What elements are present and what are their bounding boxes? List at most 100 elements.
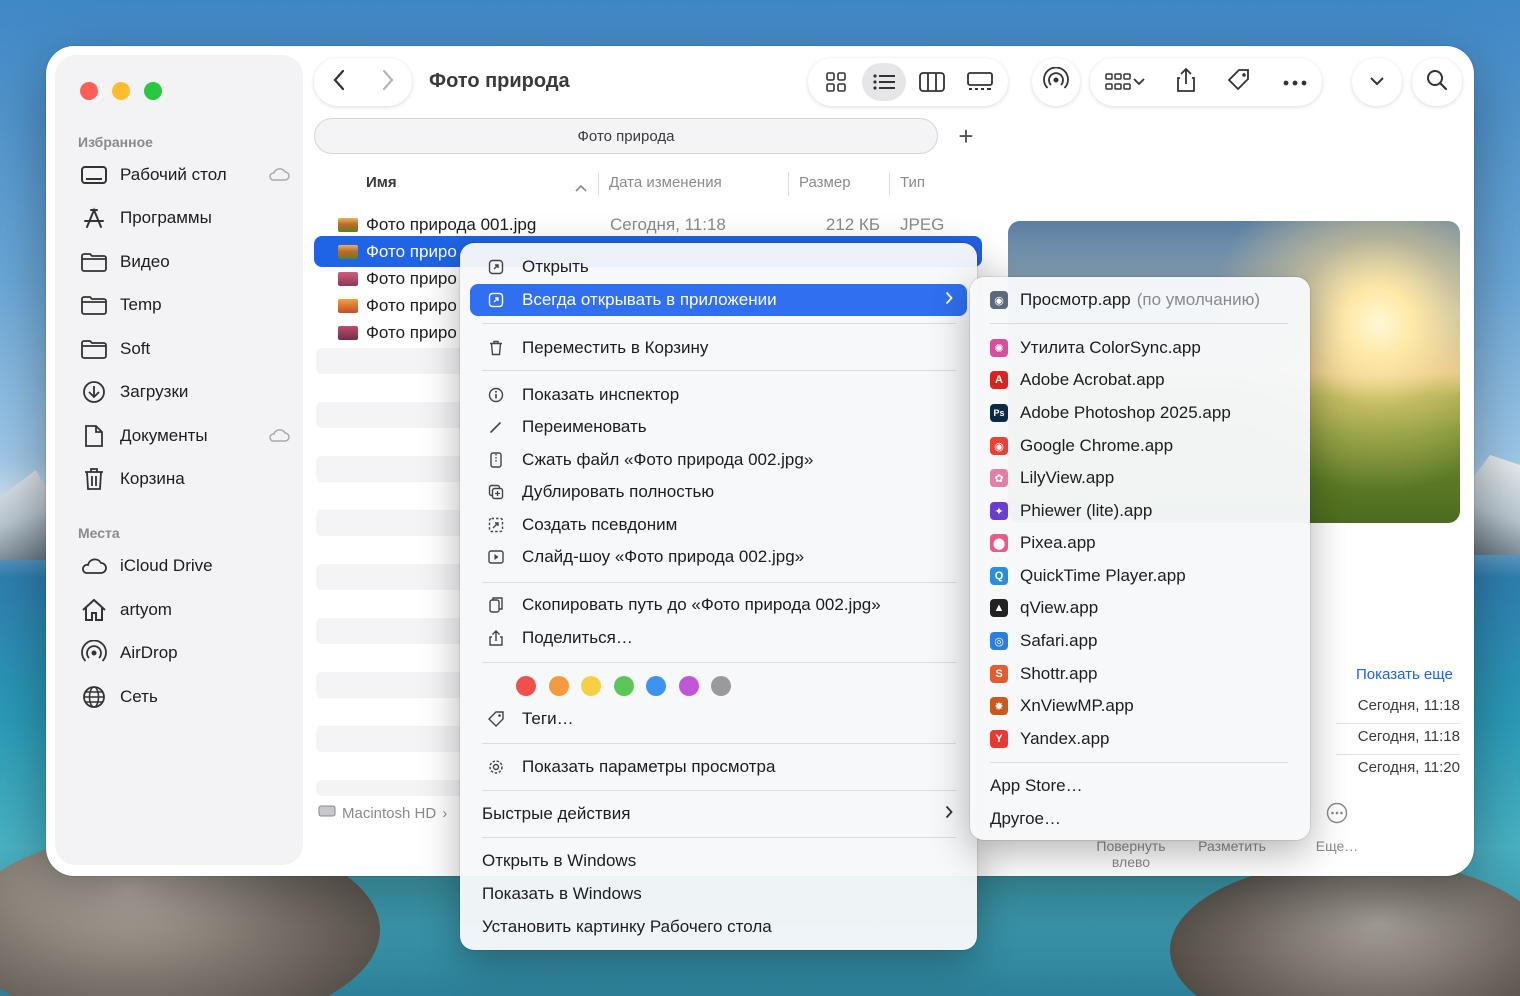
menu-separator: [482, 837, 956, 838]
menu-item-show-inspector[interactable]: Показать инспектор: [470, 380, 967, 410]
menu-item-tags[interactable]: Теги…: [470, 704, 967, 734]
submenu-item-other[interactable]: Другое…: [990, 805, 1061, 833]
sidebar-item-video[interactable]: Видео: [80, 245, 290, 279]
sidebar-item-soft[interactable]: Soft: [80, 332, 290, 366]
tag-color-red[interactable]: [516, 676, 536, 696]
tag-icon: [484, 710, 508, 728]
sidebar-item-label: AirDrop: [120, 643, 178, 662]
rotate-left-button[interactable]: Повернуть влево: [1084, 838, 1178, 870]
submenu-item-app[interactable]: Q QuickTime Player.app: [990, 562, 1186, 590]
menu-item-open[interactable]: Открыть: [470, 252, 967, 282]
gallery-view-button[interactable]: [958, 63, 1002, 101]
submenu-item-app[interactable]: Ps Adobe Photoshop 2025.app: [990, 399, 1231, 427]
show-more-link[interactable]: Показать еще: [1356, 666, 1453, 683]
minimize-window-button[interactable]: [112, 82, 130, 100]
submenu-item-app[interactable]: ✦ Phiewer (lite).app: [990, 497, 1152, 525]
tag-color-blue[interactable]: [646, 676, 666, 696]
sidebar-item-desktop[interactable]: Рабочий стол: [80, 158, 290, 192]
submenu-item-app[interactable]: S Shottr.app: [990, 660, 1098, 688]
sidebar-item-applications[interactable]: Программы: [80, 201, 290, 235]
tag-color-orange[interactable]: [549, 676, 569, 696]
sidebar-item-label: Рабочий стол: [120, 165, 227, 184]
column-header-size[interactable]: Размер: [799, 174, 851, 191]
sidebar-item-label: Soft: [120, 339, 151, 358]
hard-drive-icon: [318, 804, 336, 822]
sidebar-item-home[interactable]: artyom: [80, 593, 290, 627]
sidebar-item-network[interactable]: Сеть: [80, 680, 290, 714]
open-with-icon: [484, 292, 508, 308]
menu-item-open-in-windows[interactable]: Открыть в Windows: [470, 846, 967, 876]
submenu-item-app[interactable]: ▲ qView.app: [990, 594, 1098, 622]
close-window-button[interactable]: [80, 82, 98, 100]
column-header-type[interactable]: Тип: [900, 174, 925, 191]
column-view-button[interactable]: [910, 63, 954, 101]
tag-color-yellow[interactable]: [581, 676, 601, 696]
submenu-item-app[interactable]: ⬤ Pixea.app: [990, 529, 1096, 557]
menu-item-set-wallpaper[interactable]: Установить картинку Рабочего стола: [470, 912, 967, 942]
zoom-window-button[interactable]: [144, 82, 162, 100]
column-header-date[interactable]: Дата изменения: [609, 174, 722, 191]
expand-toolbar-button[interactable]: [1352, 58, 1402, 106]
icon-view-button[interactable]: [814, 63, 858, 101]
alias-icon: [484, 517, 508, 533]
submenu-item-app[interactable]: ✺ Утилита ColorSync.app: [990, 334, 1201, 362]
path-tab[interactable]: Фото природа: [314, 118, 938, 154]
menu-item-move-to-trash[interactable]: Переместить в Корзину: [470, 333, 967, 363]
sidebar-item-temp[interactable]: Temp: [80, 288, 290, 322]
path-item-disk[interactable]: Macintosh HD: [342, 805, 436, 822]
file-row[interactable]: Фото природа 001.jpg Сегодня, 11:18 212 …: [316, 211, 980, 238]
submenu-item-app[interactable]: ◉ Google Chrome.app: [990, 432, 1173, 460]
submenu-item-app[interactable]: ✸ XnViewMP.app: [990, 692, 1134, 720]
gallery-icon: [967, 72, 993, 90]
menu-item-label: Открыть в Windows: [482, 851, 637, 870]
submenu-item-app[interactable]: Y Yandex.app: [990, 725, 1109, 753]
meta-divider: [1336, 754, 1460, 755]
submenu-item-default-app[interactable]: ◉ Просмотр.app (по умолчанию): [990, 286, 1260, 314]
tag-color-purple[interactable]: [679, 676, 699, 696]
empty-row-stripe: [316, 672, 466, 698]
menu-item-rename[interactable]: Переименовать: [470, 412, 967, 442]
sidebar-item-documents[interactable]: Документы: [80, 419, 290, 453]
back-icon[interactable]: [332, 69, 346, 96]
markup-button[interactable]: Разметить: [1186, 838, 1278, 854]
tag-icon[interactable]: [1226, 67, 1252, 98]
share-icon[interactable]: [1176, 67, 1196, 98]
menu-item-make-alias[interactable]: Создать псевдоним: [470, 510, 967, 540]
submenu-item-app[interactable]: ✿ LilyView.app: [990, 464, 1114, 492]
menu-item-show-in-windows[interactable]: Показать в Windows: [470, 879, 967, 909]
app-label: Safari.app: [1020, 631, 1098, 650]
more-actions-button[interactable]: Еще…: [1302, 838, 1372, 854]
menu-item-slideshow[interactable]: Слайд-шоу «Фото природа 002.jpg»: [470, 542, 967, 572]
column-header-name[interactable]: Имя: [366, 174, 397, 191]
tag-color-green[interactable]: [614, 676, 634, 696]
menu-item-compress[interactable]: Сжать файл «Фото природа 002.jpg»: [470, 445, 967, 475]
group-by-button[interactable]: [1105, 72, 1145, 92]
submenu-item-app[interactable]: A Adobe Acrobat.app: [990, 366, 1165, 394]
menu-item-quick-actions[interactable]: Быстрые действия: [470, 799, 967, 829]
sidebar-item-airdrop[interactable]: AirDrop: [80, 636, 290, 670]
more-icon[interactable]: [1283, 73, 1307, 91]
list-view-button[interactable]: [862, 63, 906, 101]
menu-item-duplicate[interactable]: Дублировать полностью: [470, 477, 967, 507]
submenu-item-app-store[interactable]: App Store…: [990, 772, 1083, 800]
menu-separator: [482, 743, 956, 744]
search-button[interactable]: [1412, 58, 1462, 106]
sidebar-item-downloads[interactable]: Загрузки: [80, 375, 290, 409]
image-thumbnail: [338, 271, 358, 286]
menu-item-copy-path[interactable]: Скопировать путь до «Фото природа 002.jp…: [470, 590, 967, 620]
tag-color-gray[interactable]: [711, 676, 731, 696]
quicktime-app-icon: Q: [990, 567, 1008, 585]
sidebar-item-label: iCloud Drive: [120, 556, 213, 575]
new-tab-button[interactable]: +: [948, 118, 984, 154]
menu-item-label: Быстрые действия: [482, 804, 631, 823]
sidebar-item-trash[interactable]: Корзина: [80, 462, 290, 496]
menu-item-share[interactable]: Поделиться…: [470, 623, 967, 653]
copy-icon: [484, 597, 508, 613]
sidebar-item-label: Документы: [120, 426, 208, 445]
sidebar-item-icloud-drive[interactable]: iCloud Drive: [80, 549, 290, 583]
menu-item-view-options[interactable]: Показать параметры просмотра: [470, 752, 967, 782]
forward-icon[interactable]: [381, 69, 395, 96]
airdrop-button[interactable]: [1032, 58, 1080, 106]
menu-item-always-open-with[interactable]: Всегда открывать в приложении: [470, 284, 967, 316]
submenu-item-app[interactable]: ◎ Safari.app: [990, 627, 1098, 655]
